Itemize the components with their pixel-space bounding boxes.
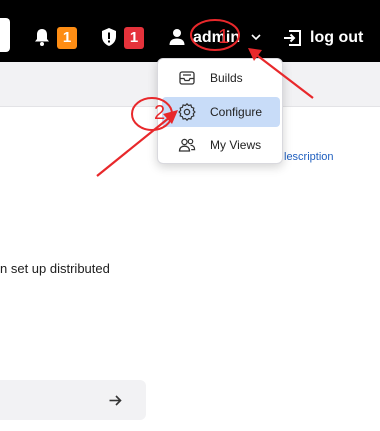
gear-icon xyxy=(178,103,196,121)
logout-button[interactable]: log out xyxy=(282,25,363,51)
people-icon xyxy=(178,138,196,152)
menu-item-label: Builds xyxy=(210,71,243,85)
menu-item-label: Configure xyxy=(210,105,263,119)
search-input[interactable] xyxy=(0,18,10,52)
notifications-badge[interactable]: 1 xyxy=(57,27,77,49)
body-text: n set up distributed xyxy=(0,261,110,276)
shield-icon[interactable] xyxy=(98,26,120,48)
menu-item-builds[interactable]: Builds xyxy=(162,63,280,93)
bell-icon[interactable] xyxy=(31,26,53,48)
user-name[interactable]: admin xyxy=(193,28,240,48)
arrow-right-icon xyxy=(109,395,122,406)
action-row[interactable] xyxy=(0,380,146,420)
edit-description-link[interactable]: lescription xyxy=(284,151,334,163)
user-icon[interactable] xyxy=(166,26,188,48)
menu-item-configure[interactable]: Configure xyxy=(162,97,280,127)
menu-item-label: My Views xyxy=(210,138,262,152)
security-badge[interactable]: 1 xyxy=(124,27,144,49)
builds-inbox-icon xyxy=(179,71,195,85)
user-dropdown-menu: Builds Configure My Views xyxy=(157,58,283,164)
chevron-down-icon[interactable] xyxy=(250,32,262,42)
logout-icon xyxy=(284,30,301,46)
top-header: 1 1 admin log out xyxy=(0,0,380,62)
logout-label: log out xyxy=(310,29,364,46)
menu-item-my-views[interactable]: My Views xyxy=(162,130,280,160)
